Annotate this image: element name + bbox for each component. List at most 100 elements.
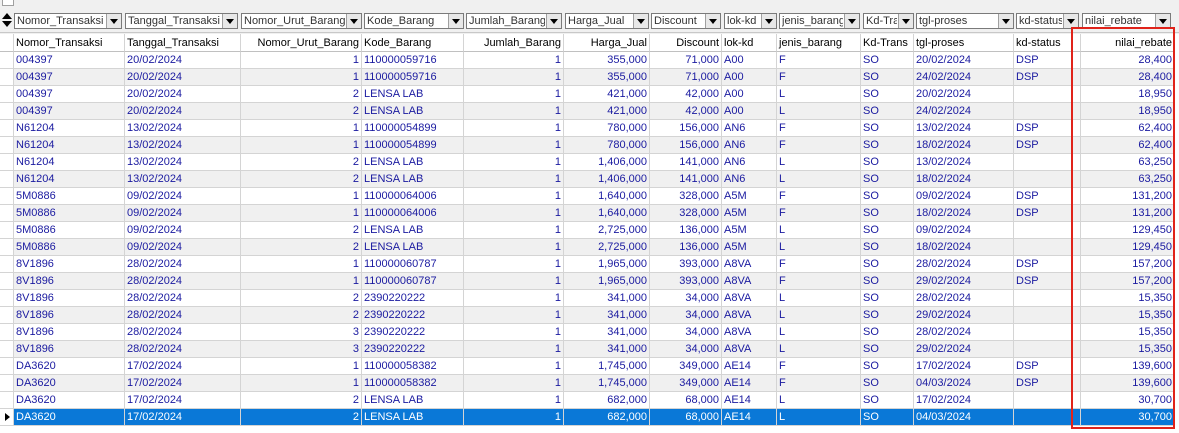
cell-nomor-transaksi[interactable]: 004397 [14, 69, 125, 86]
cell-kd-trans[interactable]: SO [861, 273, 914, 290]
cell-nomor-transaksi[interactable]: DA3620 [14, 392, 125, 409]
cell-harga-jual[interactable]: 2,725,000 [564, 222, 650, 239]
cell-jumlah-barang[interactable]: 1 [464, 188, 564, 205]
cell-harga-jual[interactable]: 1,640,000 [564, 205, 650, 222]
cell-nomor-transaksi[interactable]: 004397 [14, 103, 125, 120]
cell-jenis-barang[interactable]: L [777, 324, 861, 341]
row-pointer-icon[interactable] [0, 409, 14, 426]
cell-tgl-proses[interactable]: 28/02/2024 [914, 256, 1014, 273]
cell-kode-barang[interactable]: 2390220222 [362, 307, 464, 324]
cell-tgl-proses[interactable]: 28/02/2024 [914, 324, 1014, 341]
cell-tanggal-transaksi[interactable]: 09/02/2024 [125, 222, 241, 239]
cell-lok-kd[interactable]: A00 [722, 103, 777, 120]
cell-nomor-transaksi[interactable]: 5M0886 [14, 205, 125, 222]
cell-lok-kd[interactable]: AN6 [722, 137, 777, 154]
cell-kode-barang[interactable]: 110000064006 [362, 205, 464, 222]
cell-nilai-rebate[interactable]: 131,200 [1081, 205, 1175, 222]
cell-kode-barang[interactable]: 2390220222 [362, 290, 464, 307]
row-indicator[interactable] [0, 392, 14, 409]
row-indicator[interactable] [0, 188, 14, 205]
cell-lok-kd[interactable]: A5M [722, 205, 777, 222]
cell-tgl-proses[interactable]: 20/02/2024 [914, 52, 1014, 69]
cell-lok-kd[interactable]: A00 [722, 69, 777, 86]
cell-jenis-barang[interactable]: L [777, 341, 861, 358]
cell-harga-jual[interactable]: 1,640,000 [564, 188, 650, 205]
cell-nomor-urut-barang[interactable]: 1 [241, 358, 362, 375]
cell-jumlah-barang[interactable]: 1 [464, 52, 564, 69]
cell-jenis-barang[interactable]: L [777, 307, 861, 324]
cell-discount[interactable]: 42,000 [650, 86, 722, 103]
cell-harga-jual[interactable]: 1,406,000 [564, 171, 650, 188]
cell-lok-kd[interactable]: A5M [722, 188, 777, 205]
row-indicator[interactable] [0, 137, 14, 154]
cell-discount[interactable]: 34,000 [650, 290, 722, 307]
cell-kode-barang[interactable]: LENSA LAB [362, 239, 464, 256]
chevron-down-icon[interactable] [1155, 14, 1170, 28]
cell-jenis-barang[interactable]: F [777, 188, 861, 205]
cell-tgl-proses[interactable]: 24/02/2024 [914, 69, 1014, 86]
cell-kd-status[interactable] [1014, 154, 1081, 171]
cell-tgl-proses[interactable]: 09/02/2024 [914, 222, 1014, 239]
row-indicator[interactable] [0, 239, 14, 256]
cell-kd-trans[interactable]: SO [861, 86, 914, 103]
cell-harga-jual[interactable]: 682,000 [564, 409, 650, 426]
cell-tgl-proses[interactable]: 17/02/2024 [914, 358, 1014, 375]
column-header-kd-trans[interactable]: Kd-Trans [861, 34, 914, 52]
cell-kd-status[interactable]: DSP [1014, 120, 1081, 137]
cell-nomor-transaksi[interactable]: 004397 [14, 52, 125, 69]
filter-jumlah-barang-dropdown[interactable]: Jumlah_Barang [466, 13, 562, 29]
cell-kd-trans[interactable]: SO [861, 324, 914, 341]
cell-jumlah-barang[interactable]: 1 [464, 290, 564, 307]
cell-nilai-rebate[interactable]: 129,450 [1081, 239, 1175, 256]
cell-kd-status[interactable] [1014, 392, 1081, 409]
cell-harga-jual[interactable]: 421,000 [564, 86, 650, 103]
cell-discount[interactable]: 136,000 [650, 239, 722, 256]
cell-discount[interactable]: 328,000 [650, 205, 722, 222]
cell-lok-kd[interactable]: A00 [722, 52, 777, 69]
row-indicator[interactable] [0, 222, 14, 239]
cell-harga-jual[interactable]: 682,000 [564, 392, 650, 409]
cell-nomor-urut-barang[interactable]: 2 [241, 86, 362, 103]
cell-kd-status[interactable] [1014, 307, 1081, 324]
cell-jenis-barang[interactable]: F [777, 205, 861, 222]
cell-kd-trans[interactable]: SO [861, 290, 914, 307]
column-header-tgl-proses[interactable]: tgl-proses [914, 34, 1014, 52]
cell-kode-barang[interactable]: 2390220222 [362, 324, 464, 341]
cell-nilai-rebate[interactable]: 157,200 [1081, 256, 1175, 273]
row-indicator[interactable] [0, 120, 14, 137]
cell-nomor-transaksi[interactable]: N61204 [14, 137, 125, 154]
cell-tgl-proses[interactable]: 18/02/2024 [914, 171, 1014, 188]
cell-tgl-proses[interactable]: 29/02/2024 [914, 307, 1014, 324]
cell-harga-jual[interactable]: 1,965,000 [564, 273, 650, 290]
cell-kd-trans[interactable]: SO [861, 137, 914, 154]
cell-harga-jual[interactable]: 355,000 [564, 52, 650, 69]
chevron-down-icon[interactable] [546, 14, 561, 28]
cell-nomor-urut-barang[interactable]: 1 [241, 188, 362, 205]
cell-discount[interactable]: 34,000 [650, 307, 722, 324]
cell-kode-barang[interactable]: LENSA LAB [362, 392, 464, 409]
cell-nomor-urut-barang[interactable]: 1 [241, 120, 362, 137]
cell-tanggal-transaksi[interactable]: 17/02/2024 [125, 409, 241, 426]
cell-discount[interactable]: 156,000 [650, 120, 722, 137]
cell-lok-kd[interactable]: AN6 [722, 120, 777, 137]
chevron-down-icon[interactable] [633, 14, 648, 28]
cell-tanggal-transaksi[interactable]: 09/02/2024 [125, 188, 241, 205]
cell-nilai-rebate[interactable]: 62,400 [1081, 137, 1175, 154]
cell-jumlah-barang[interactable]: 1 [464, 137, 564, 154]
cell-jumlah-barang[interactable]: 1 [464, 154, 564, 171]
cell-kode-barang[interactable]: 110000059716 [362, 52, 464, 69]
cell-jumlah-barang[interactable]: 1 [464, 392, 564, 409]
cell-discount[interactable]: 68,000 [650, 409, 722, 426]
filter-nomor-transaksi-dropdown[interactable]: Nomor_Transaksi [14, 13, 122, 29]
row-indicator[interactable] [0, 307, 14, 324]
cell-discount[interactable]: 34,000 [650, 341, 722, 358]
cell-jenis-barang[interactable]: F [777, 256, 861, 273]
cell-discount[interactable]: 141,000 [650, 154, 722, 171]
cell-nomor-urut-barang[interactable]: 1 [241, 256, 362, 273]
cell-discount[interactable]: 156,000 [650, 137, 722, 154]
row-indicator[interactable] [0, 103, 14, 120]
cell-nomor-urut-barang[interactable]: 3 [241, 341, 362, 358]
cell-nomor-urut-barang[interactable]: 2 [241, 154, 362, 171]
cell-nilai-rebate[interactable]: 15,350 [1081, 341, 1175, 358]
cell-nilai-rebate[interactable]: 15,350 [1081, 307, 1175, 324]
